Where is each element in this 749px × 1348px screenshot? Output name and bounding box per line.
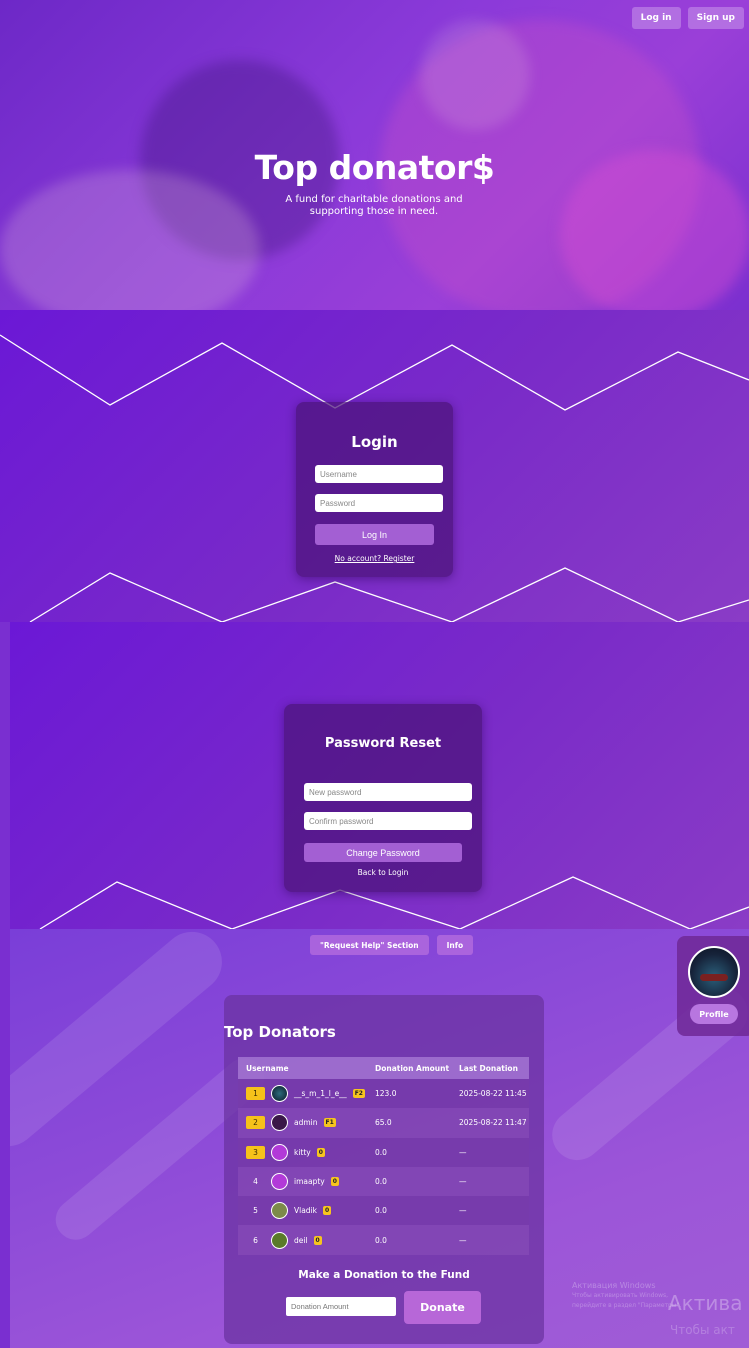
user-avatar: [271, 1085, 288, 1103]
hero-photo-face: [420, 20, 530, 130]
rank-badge: 1: [246, 1087, 265, 1101]
table-row[interactable]: 6 deil 0 0.0 —: [238, 1225, 529, 1255]
username: admin: [294, 1118, 318, 1128]
donators-section: "Request Help" Section Info Profile Top …: [10, 929, 749, 1348]
last-donation: —: [459, 1177, 467, 1187]
donation-amount: 65.0: [375, 1118, 392, 1128]
rank-label: 6: [253, 1235, 258, 1245]
login-button[interactable]: Log in: [631, 7, 681, 29]
new-password-input[interactable]: New password: [304, 783, 472, 801]
password-reset-card: Password Reset New password Confirm pass…: [284, 704, 482, 892]
top-donators-title: Top Donators: [224, 1023, 336, 1041]
signup-button[interactable]: Sign up: [687, 7, 744, 29]
reset-title: Password Reset: [324, 736, 442, 751]
donation-amount: 0.0: [375, 1177, 387, 1187]
donate-title: Make a Donation to the Fund: [298, 1269, 470, 1281]
profile-avatar[interactable]: [688, 946, 740, 998]
donation-amount: 123.0: [375, 1089, 397, 1099]
username-input[interactable]: Username: [315, 465, 443, 483]
username: __s_m_1_l_e__: [294, 1089, 347, 1099]
auth-buttons: Log in Sign up: [631, 7, 744, 29]
login-section: Login Username Password Log In No accoun…: [0, 310, 749, 622]
level-badge: F1: [323, 1118, 336, 1128]
info-button[interactable]: Info: [436, 935, 474, 955]
table-row[interactable]: 1 __s_m_1_l_e__ F2 123.0 2025-08-22 11:4…: [238, 1079, 529, 1109]
last-donation: —: [459, 1206, 467, 1216]
password-input[interactable]: Password: [315, 494, 443, 512]
password-reset-section: Password Reset New password Confirm pass…: [10, 622, 749, 929]
table-row[interactable]: 2 admin F1 65.0 2025-08-22 11:47: [238, 1108, 529, 1138]
back-to-login-link[interactable]: Back to Login: [284, 868, 482, 877]
user-avatar: [271, 1173, 288, 1191]
donation-amount: 0.0: [375, 1206, 387, 1216]
username: kitty: [294, 1147, 311, 1157]
donation-amount: 0.0: [375, 1235, 387, 1245]
user-avatar: [271, 1202, 288, 1220]
col-amount: Donation Amount: [375, 1063, 450, 1073]
table-row[interactable]: 4 imaapty 0 0.0 —: [238, 1166, 529, 1197]
col-username: Username: [246, 1063, 289, 1073]
section-nav: "Request Help" Section Info: [310, 935, 474, 955]
last-donation: —: [459, 1235, 467, 1245]
login-card: Login Username Password Log In No accoun…: [296, 402, 453, 577]
table-row[interactable]: 5 Vladik 0 0.0 —: [238, 1196, 529, 1226]
top-donators-card: Top Donators Username Donation Amount La…: [224, 995, 544, 1344]
table-header: Username Donation Amount Last Donation: [238, 1057, 529, 1079]
login-title: Login: [351, 433, 398, 451]
username: Vladik: [294, 1206, 317, 1216]
level-badge: 0: [330, 1177, 339, 1187]
donators-table: Username Donation Amount Last Donation 1…: [238, 1057, 529, 1255]
level-badge: F2: [352, 1089, 365, 1099]
level-badge: 0: [313, 1235, 322, 1245]
table-row[interactable]: 3 kitty 0 0.0 —: [238, 1137, 529, 1167]
watermark-small-text: Чтобы акт: [670, 1323, 735, 1337]
username: imaapty: [294, 1177, 325, 1187]
profile-button[interactable]: Profile: [690, 1004, 738, 1024]
confirm-password-input[interactable]: Confirm password: [304, 812, 472, 830]
hero-banner: Log in Sign up Top donator$ A fund for c…: [0, 0, 749, 310]
watermark-line: Активация Windows: [572, 1281, 656, 1290]
watermark-big-text: Актива: [668, 1291, 743, 1315]
profile-card: Profile: [677, 936, 749, 1036]
last-donation: 2025-08-22 11:47: [459, 1118, 527, 1128]
rank-badge: 2: [246, 1116, 265, 1130]
col-last-donation: Last Donation: [459, 1063, 518, 1073]
user-avatar: [271, 1143, 288, 1161]
user-avatar: [271, 1114, 288, 1132]
register-link[interactable]: No account? Register: [296, 554, 453, 563]
login-submit-button[interactable]: Log In: [315, 524, 434, 545]
level-badge: 0: [316, 1147, 325, 1157]
donate-button[interactable]: Donate: [404, 1291, 481, 1324]
site-title: Top donator$: [254, 148, 495, 187]
watermark-line: Чтобы активировать Windows, перейдите в …: [572, 1292, 682, 1309]
rank-badge: 3: [246, 1145, 265, 1159]
donation-amount: 0.0: [375, 1147, 387, 1157]
site-subtitle: A fund for charitable donations and supp…: [285, 194, 463, 217]
rank-label: 5: [253, 1206, 258, 1216]
rank-label: 4: [253, 1177, 258, 1187]
windows-activation-watermark: Активация Windows Чтобы активировать Win…: [572, 1281, 682, 1311]
last-donation: 2025-08-22 11:45: [459, 1089, 527, 1099]
level-badge: 0: [323, 1206, 332, 1216]
user-avatar: [271, 1231, 288, 1249]
change-password-button[interactable]: Change Password: [304, 843, 462, 862]
username: deil: [294, 1235, 308, 1245]
last-donation: —: [459, 1147, 467, 1157]
donation-amount-input[interactable]: Donation Amount: [286, 1297, 396, 1316]
request-help-button[interactable]: "Request Help" Section: [310, 935, 429, 955]
